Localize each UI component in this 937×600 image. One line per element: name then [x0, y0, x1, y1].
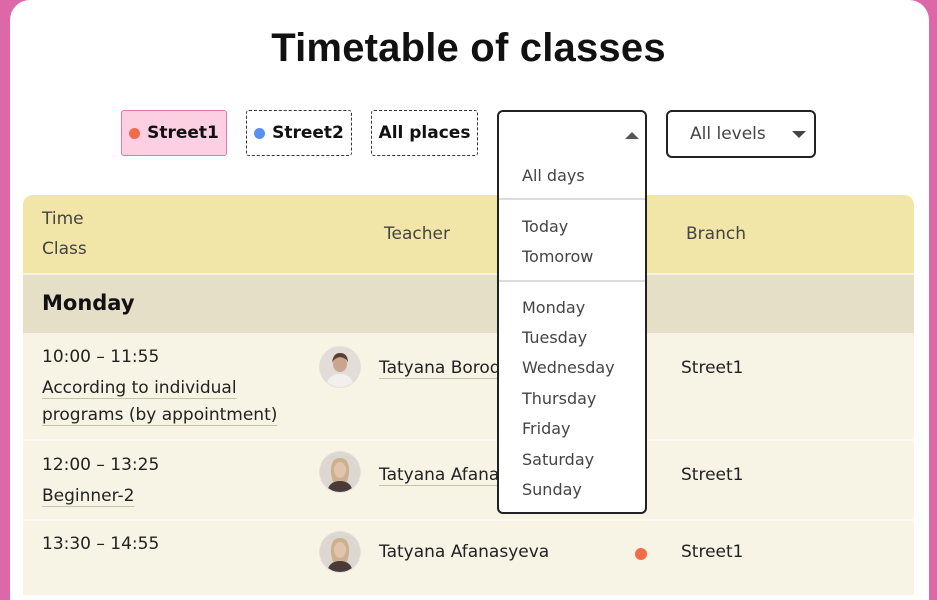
- filter-street1-button[interactable]: Street1: [121, 110, 227, 156]
- day-option-monday[interactable]: Monday: [522, 298, 585, 317]
- teacher-link[interactable]: Tatyana Afanasyeva: [379, 542, 549, 562]
- day-group-header: Monday: [23, 275, 914, 333]
- filter-street2-label: Street2: [272, 123, 344, 143]
- header-time: Time: [42, 209, 84, 229]
- street1-color-dot: [129, 127, 141, 139]
- filter-all-places-label: All places: [378, 123, 471, 143]
- dropdown-divider: [499, 280, 645, 282]
- day-option-wednesday[interactable]: Wednesday: [522, 358, 615, 377]
- branch-name: Street1: [681, 542, 744, 562]
- table-row: 12:00 – 13:25 Beginner-2 Tatyana Afanas …: [23, 441, 914, 519]
- day-option-tomorrow[interactable]: Tomorow: [522, 247, 593, 266]
- page-title: Timetable of classes: [271, 26, 666, 70]
- header-teacher: Teacher: [384, 224, 450, 244]
- filter-all-places-button[interactable]: All places: [371, 110, 478, 156]
- branch-color-dot: [635, 548, 647, 560]
- teacher-link[interactable]: Tatyana Afanas: [379, 465, 508, 485]
- day-option-sunday[interactable]: Sunday: [522, 480, 582, 499]
- day-option-today[interactable]: Today: [522, 217, 568, 236]
- class-time: 12:00 – 13:25: [42, 455, 160, 475]
- class-time: 10:00 – 11:55: [42, 347, 160, 367]
- level-select[interactable]: All levels: [666, 110, 816, 158]
- branch-name: Street1: [681, 465, 744, 485]
- table-row: 10:00 – 11:55 According to individual pro…: [23, 335, 914, 439]
- table-header: Time Class Teacher Branch: [23, 195, 914, 273]
- dropdown-divider: [499, 198, 645, 200]
- day-option-saturday[interactable]: Saturday: [522, 450, 594, 469]
- level-select-value: All levels: [690, 124, 766, 144]
- teacher-avatar[interactable]: [320, 347, 360, 387]
- day-option-friday[interactable]: Friday: [522, 419, 571, 438]
- header-branch: Branch: [686, 224, 746, 244]
- day-option-all[interactable]: All days: [522, 166, 585, 185]
- class-link[interactable]: According to individual programs (by appo…: [42, 375, 277, 429]
- branch-name: Street1: [681, 358, 744, 378]
- day-select-dropdown[interactable]: All days Today Tomorow Monday Tuesday We…: [497, 110, 647, 514]
- day-option-tuesday[interactable]: Tuesday: [522, 328, 587, 347]
- filter-street2-button[interactable]: Street2: [246, 110, 352, 156]
- header-class: Class: [42, 239, 87, 259]
- filter-street1-label: Street1: [147, 123, 219, 143]
- teacher-avatar[interactable]: [320, 532, 360, 572]
- timetable: Time Class Teacher Branch Monday 10:00 –…: [23, 195, 914, 595]
- day-option-thursday[interactable]: Thursday: [522, 389, 596, 408]
- day-name: Monday: [42, 291, 135, 315]
- chevron-up-icon: [625, 132, 639, 139]
- class-link[interactable]: Beginner-2: [42, 483, 135, 510]
- street2-color-dot: [254, 127, 266, 139]
- class-time: 13:30 – 14:55: [42, 534, 160, 554]
- chevron-down-icon: [792, 131, 806, 138]
- teacher-avatar[interactable]: [320, 452, 360, 492]
- teacher-link[interactable]: Tatyana Boroda: [379, 358, 511, 378]
- table-row: 13:30 – 14:55 Tatyana Afanasyeva Street1: [23, 521, 914, 595]
